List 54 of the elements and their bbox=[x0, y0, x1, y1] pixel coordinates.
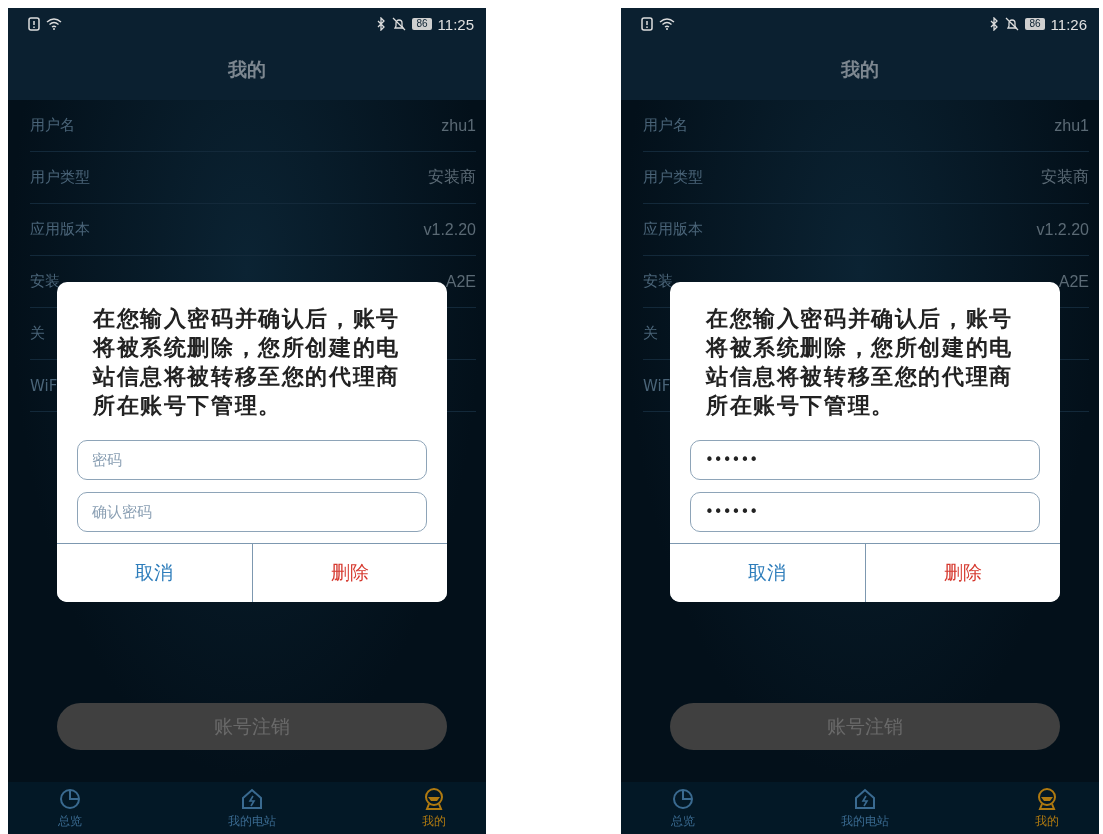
page-title: 我的 bbox=[228, 57, 266, 82]
password-field[interactable]: 确认密码 bbox=[77, 492, 427, 532]
row-label: 安装 bbox=[30, 272, 60, 291]
status-time: 11:26 bbox=[1050, 15, 1087, 33]
bluetooth-icon bbox=[376, 17, 387, 31]
dialog-message: 在您输入密码并确认后，账号将被系统删除，您所创建的电站信息将被转移至您的代理商所在账号下管理。 bbox=[93, 305, 401, 420]
row-value: 安装商 bbox=[1041, 167, 1089, 187]
row-label: 用户类型 bbox=[643, 168, 703, 187]
user-icon bbox=[1035, 786, 1059, 811]
nav-tab[interactable]: 总览 bbox=[58, 782, 82, 834]
house-bolt-icon bbox=[853, 786, 877, 811]
nav-tab[interactable]: 我的电站 bbox=[841, 782, 889, 834]
row-value: v1.2.20 bbox=[1036, 220, 1089, 239]
row-label: 用户名 bbox=[643, 116, 688, 135]
pie-chart-icon bbox=[671, 786, 695, 811]
delete-button[interactable]: 删除 bbox=[864, 544, 1060, 602]
row-label: WiF bbox=[30, 376, 58, 395]
row-label: 安装 bbox=[643, 272, 673, 291]
bell-off-icon bbox=[392, 17, 407, 31]
delete-button[interactable]: 删除 bbox=[251, 544, 447, 602]
dialog-message: 在您输入密码并确认后，账号将被系统删除，您所创建的电站信息将被转移至您的代理商所在账号下管理。 bbox=[706, 305, 1014, 420]
password-field[interactable]: •••••• bbox=[690, 440, 1040, 480]
wifi-icon bbox=[659, 18, 675, 30]
nav-tab[interactable]: 总览 bbox=[671, 782, 695, 834]
nav-tab[interactable]: 我的电站 bbox=[228, 782, 276, 834]
row-label: 用户名 bbox=[30, 116, 75, 135]
nav-tab[interactable]: 我的 bbox=[422, 782, 446, 834]
wifi-icon bbox=[46, 18, 62, 30]
row-value: A2E bbox=[445, 272, 476, 291]
battery-level: 86 bbox=[412, 18, 432, 30]
row-label: 关 bbox=[643, 324, 658, 343]
bell-off-icon bbox=[1005, 17, 1020, 31]
pie-chart-icon bbox=[58, 786, 82, 811]
page-title: 我的 bbox=[841, 57, 879, 82]
row-label: 关 bbox=[30, 324, 45, 343]
row-label: 应用版本 bbox=[30, 220, 90, 239]
row-label: 应用版本 bbox=[643, 220, 703, 239]
status-time: 11:25 bbox=[437, 15, 474, 33]
sim-alert-icon bbox=[641, 17, 653, 31]
house-bolt-icon bbox=[240, 786, 264, 811]
password-field[interactable]: •••••• bbox=[690, 492, 1040, 532]
user-icon bbox=[422, 786, 446, 811]
row-value: zhu1 bbox=[1054, 116, 1089, 135]
sim-alert-icon bbox=[28, 17, 40, 31]
password-field[interactable]: 密码 bbox=[77, 440, 427, 480]
row-label: WiF bbox=[643, 376, 671, 395]
nav-tab[interactable]: 我的 bbox=[1035, 782, 1059, 834]
row-value: zhu1 bbox=[441, 116, 476, 135]
row-label: 用户类型 bbox=[30, 168, 90, 187]
row-value: v1.2.20 bbox=[423, 220, 476, 239]
row-value: A2E bbox=[1058, 272, 1089, 291]
bluetooth-icon bbox=[989, 17, 1000, 31]
row-value: 安装商 bbox=[428, 167, 476, 187]
battery-level: 86 bbox=[1025, 18, 1045, 30]
